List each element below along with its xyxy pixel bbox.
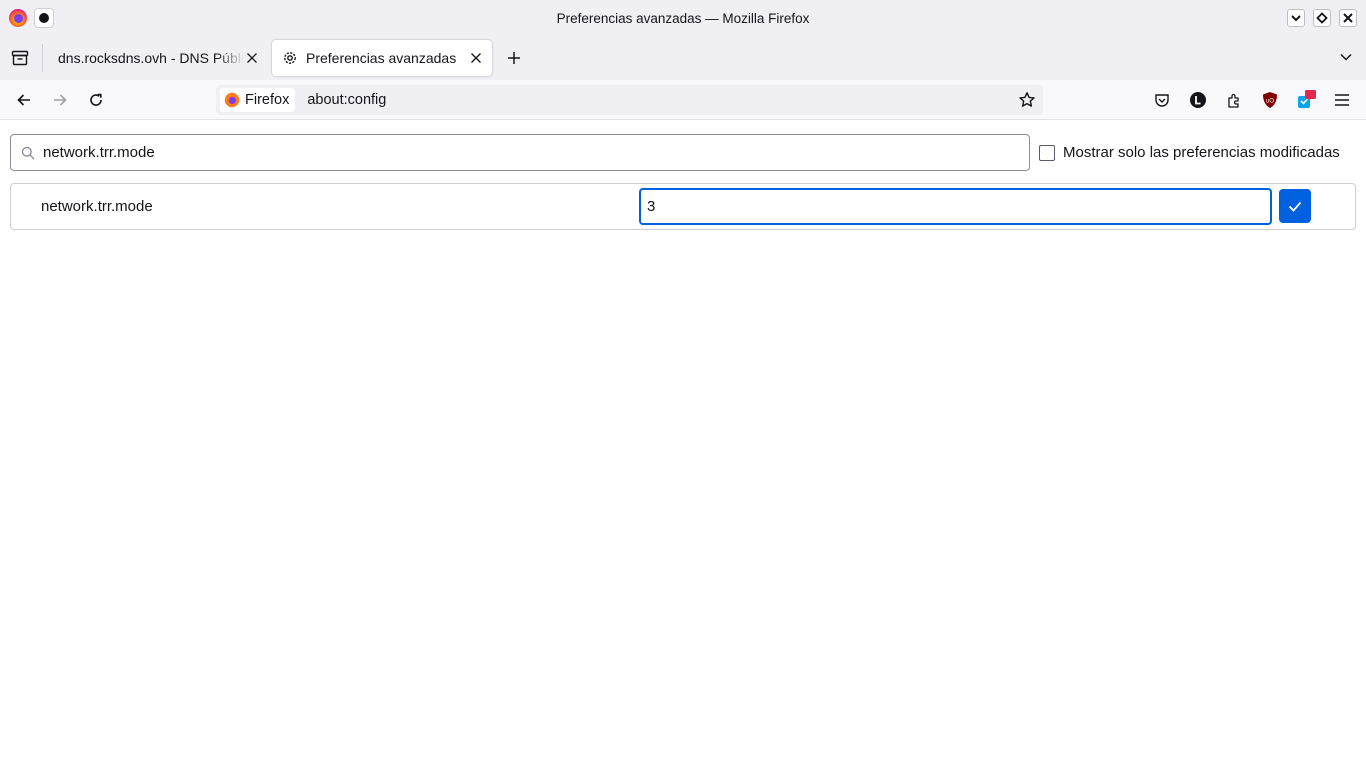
preference-search-box[interactable]: [10, 134, 1030, 171]
extensions-button[interactable]: [1223, 89, 1245, 111]
reload-icon: [90, 93, 102, 106]
svg-text:uO: uO: [1266, 99, 1274, 105]
firefox-logo-icon: [224, 92, 240, 108]
title-bar: Preferencias avanzadas — Mozilla Firefox: [0, 0, 1366, 36]
maximize-button[interactable]: [1313, 9, 1331, 27]
preference-value-input[interactable]: [639, 188, 1272, 225]
maximize-icon: [1316, 12, 1328, 24]
url-text[interactable]: about:config: [307, 92, 386, 108]
menu-icon: [1335, 94, 1349, 106]
notification-extension-icon: [1298, 90, 1316, 108]
pin-window-button[interactable]: [34, 8, 54, 28]
about-config-page: Mostrar solo las preferencias modificada…: [0, 121, 1366, 768]
firefox-view-icon: [11, 50, 29, 66]
application-menu-button[interactable]: [1331, 89, 1353, 111]
new-tab-button[interactable]: [503, 47, 525, 69]
tab-preferencias-avanzadas[interactable]: Preferencias avanzadas: [272, 40, 492, 76]
tab-strip: dns.rocksdns.ovh - DNS Públicos Preferen…: [0, 36, 1366, 80]
lastpass-icon: [1190, 92, 1206, 108]
close-icon: [471, 53, 481, 63]
pocket-button[interactable]: [1151, 89, 1173, 111]
gear-icon: [284, 52, 296, 64]
show-modified-only-toggle[interactable]: Mostrar solo las preferencias modificada…: [1039, 144, 1340, 161]
close-icon: [1343, 13, 1353, 23]
plus-icon: [508, 52, 520, 64]
tab-dns-rocksdns[interactable]: dns.rocksdns.ovh - DNS Públicos: [46, 40, 268, 76]
arrow-right-icon: [54, 94, 67, 106]
arrow-left-icon: [17, 94, 30, 106]
extensions-icon: [1228, 93, 1239, 108]
window-title: Preferencias avanzadas — Mozilla Firefox: [556, 10, 810, 26]
tab-label: dns.rocksdns.ovh - DNS Públicos: [58, 50, 244, 66]
reload-button[interactable]: [84, 88, 108, 112]
star-icon: [1019, 92, 1035, 107]
back-button[interactable]: [12, 88, 36, 112]
forward-button[interactable]: [48, 88, 72, 112]
firefox-logo-icon[interactable]: [8, 8, 28, 28]
search-input[interactable]: [43, 144, 1003, 161]
list-all-tabs-button[interactable]: [1336, 47, 1356, 67]
tab-label: Preferencias avanzadas: [306, 50, 457, 66]
url-bar[interactable]: Firefox about:config: [216, 85, 1043, 115]
ublock-origin-icon: uO: [1263, 92, 1277, 108]
search-icon: [21, 146, 35, 159]
firefox-view-button[interactable]: [8, 46, 32, 70]
notification-extension-button[interactable]: [1295, 89, 1317, 111]
chevron-down-icon: [1340, 53, 1352, 61]
navigation-toolbar: Firefox about:config uO: [0, 80, 1366, 120]
tab-separator: [42, 44, 43, 72]
pocket-icon: [1155, 94, 1169, 107]
close-icon: [247, 53, 257, 63]
lastpass-button[interactable]: [1187, 89, 1209, 111]
identity-label: Firefox: [245, 92, 290, 108]
close-window-button[interactable]: [1339, 9, 1357, 27]
checkmark-icon: [1288, 201, 1302, 212]
minimize-button[interactable]: [1287, 9, 1305, 27]
preference-name: network.trr.mode: [41, 198, 153, 215]
show-modified-only-label[interactable]: Mostrar solo las preferencias modificada…: [1063, 144, 1340, 161]
chevron-down-icon: [1291, 15, 1301, 22]
show-modified-only-checkbox[interactable]: [1039, 144, 1055, 161]
close-tab-button[interactable]: [244, 50, 260, 66]
bookmark-star-button[interactable]: [1017, 90, 1037, 110]
identity-box[interactable]: Firefox: [220, 88, 296, 112]
ublock-origin-button[interactable]: uO: [1259, 89, 1281, 111]
save-preference-button[interactable]: [1279, 189, 1311, 223]
preference-row[interactable]: network.trr.mode: [10, 183, 1356, 230]
close-tab-button[interactable]: [468, 50, 484, 66]
